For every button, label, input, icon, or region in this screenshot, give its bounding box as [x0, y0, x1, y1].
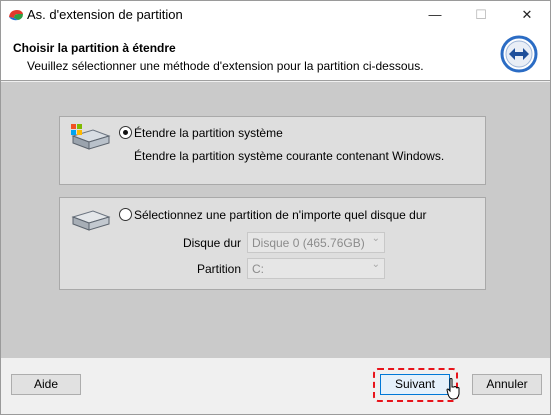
wizard-header: Choisir la partition à étendre Veuillez …	[1, 29, 550, 81]
disk-select[interactable]: Disque 0 (465.76GB) ⌄	[247, 232, 385, 253]
help-button[interactable]: Aide	[11, 374, 81, 395]
chevron-down-icon: ⌄	[371, 233, 380, 244]
close-icon: ✕	[521, 7, 533, 22]
minimize-icon: —	[428, 7, 442, 22]
extend-system-description: Étendre la partition système courante co…	[134, 149, 445, 163]
option-group-any-partition: Sélectionnez une partition de n'importe …	[59, 197, 486, 290]
cancel-button[interactable]: Annuler	[472, 374, 542, 395]
page-description: Veuillez sélectionner une méthode d'exte…	[27, 59, 424, 73]
partition-select[interactable]: C: ⌄	[247, 258, 385, 279]
app-logo-icon	[9, 10, 23, 21]
extend-system-label[interactable]: Étendre la partition système	[134, 126, 283, 140]
options-panel: Étendre la partition système Étendre la …	[1, 82, 550, 358]
minimize-button[interactable]: —	[412, 1, 458, 29]
disk-label: Disque dur	[182, 236, 241, 250]
select-any-partition-radio[interactable]	[119, 208, 132, 221]
extension-wizard-window: As. d'extension de partition — ☐ ✕ Chois…	[0, 0, 551, 415]
partition-label: Partition	[196, 262, 241, 276]
mouse-cursor-icon	[446, 378, 460, 400]
partition-select-value: C:	[252, 262, 264, 276]
windows-disk-icon	[71, 124, 111, 150]
window-title: As. d'extension de partition	[27, 7, 183, 22]
maximize-icon: ☐	[475, 7, 487, 22]
maximize-button[interactable]: ☐	[458, 1, 504, 29]
disk-select-value: Disque 0 (465.76GB)	[252, 236, 365, 250]
option-group-system: Étendre la partition système Étendre la …	[59, 116, 486, 185]
chevron-down-icon: ⌄	[371, 259, 380, 270]
close-button[interactable]: ✕	[504, 1, 550, 29]
extend-system-radio[interactable]	[119, 126, 132, 139]
wizard-footer: Aide Suivant Annuler	[1, 358, 550, 414]
title-bar[interactable]: As. d'extension de partition — ☐ ✕	[1, 1, 550, 29]
next-button[interactable]: Suivant	[380, 374, 450, 395]
select-any-partition-label[interactable]: Sélectionnez une partition de n'importe …	[134, 208, 426, 222]
page-title: Choisir la partition à étendre	[13, 41, 176, 55]
resize-arrows-icon	[500, 35, 538, 73]
disk-icon	[71, 210, 111, 231]
